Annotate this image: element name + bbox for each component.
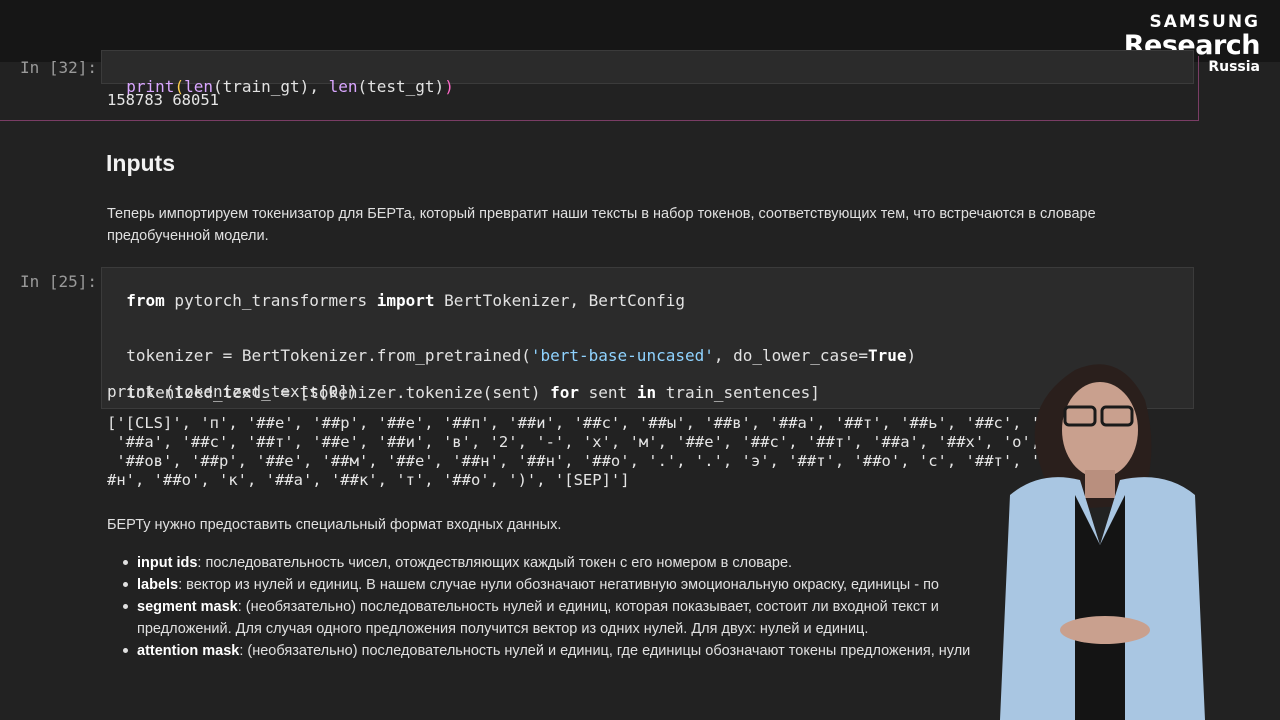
cell-25-output-line: '##а', '##с', '##т', '##е', '##и', 'в', …	[107, 433, 1078, 451]
list-item-term: input ids	[137, 555, 198, 571]
logo-line-1: SAMSUNG	[1149, 12, 1260, 32]
keyword: import	[376, 291, 435, 310]
intro-paragraph-line-2: предобученной модели.	[107, 228, 269, 244]
list-item-text: : (необязательно) последовательность нул…	[239, 643, 971, 659]
list-item-text: предложений. Для случая одного предложен…	[137, 621, 869, 637]
list-item-text: : последовательность чисел, отождествляю…	[197, 555, 793, 571]
cell-32-output: 158783 68051	[107, 91, 219, 109]
code-token: (train_gt),	[212, 77, 329, 96]
string-literal: 'bert-base-uncased'	[530, 346, 714, 365]
intro-paragraph-line-1: Теперь импортируем токенизатор для БЕРТа…	[107, 206, 1096, 222]
list-item: attention mask: (необязательно) последов…	[107, 640, 1037, 662]
format-paragraph: БЕРТу нужно предоставить специальный фор…	[107, 517, 562, 533]
code-line-import: from pytorch_transformers import BertTok…	[107, 272, 685, 310]
keyword: True	[868, 346, 907, 365]
presenter-video-overlay	[1000, 364, 1205, 720]
cell-25-output-line: '##ов', '##р', '##е', '##м', '##е', '##н…	[107, 452, 1115, 470]
section-heading: Inputs	[106, 150, 175, 176]
list-item-text: : (необязательно) последовательность нул…	[237, 599, 939, 615]
list-item-term: attention mask	[137, 643, 240, 659]
intro-paragraph: Теперь импортируем токенизатор для БЕРТа…	[107, 203, 1096, 247]
code-token: pytorch_transformers	[164, 291, 377, 310]
code-token: , do_lower_case=	[713, 346, 868, 365]
list-item-term: labels	[137, 577, 179, 593]
list-item-text: : вектор из нулей и единиц. В нашем случ…	[178, 577, 939, 593]
code-token: sent	[579, 383, 637, 402]
code-token: len	[328, 77, 358, 96]
code-token: )	[906, 346, 917, 365]
code-line-print: print (tokenized_texts[0])	[107, 382, 358, 401]
list-item-term: segment mask	[137, 599, 238, 615]
code-line-tokenizer: tokenizer = BertTokenizer.from_pretraine…	[107, 327, 916, 365]
keyword: for	[550, 383, 580, 402]
code-token: (test_gt)	[357, 77, 445, 96]
cell-32-prompt: In [32]:	[20, 58, 98, 77]
list-item: segment mask: (необязательно) последоват…	[107, 596, 1037, 640]
code-token: BertTokenizer, BertConfig	[434, 291, 685, 310]
keyword: from	[126, 291, 165, 310]
code-token: tokenizer = BertTokenizer.from_pretraine…	[126, 346, 531, 365]
list-item: labels: вектор из нулей и единиц. В наше…	[107, 574, 1037, 596]
inputs-list: input ids: последовательность чисел, ото…	[107, 552, 1037, 662]
list-item: input ids: последовательность чисел, ото…	[107, 552, 1037, 574]
code-token: )	[444, 77, 454, 96]
cell-25-prompt: In [25]:	[20, 272, 98, 291]
keyword: in	[636, 383, 657, 402]
cell-25-output-line: #н', '##о', 'к', '##а', '##к', 'т', '##о…	[107, 471, 630, 489]
code-token: train_sentences]	[656, 383, 820, 402]
